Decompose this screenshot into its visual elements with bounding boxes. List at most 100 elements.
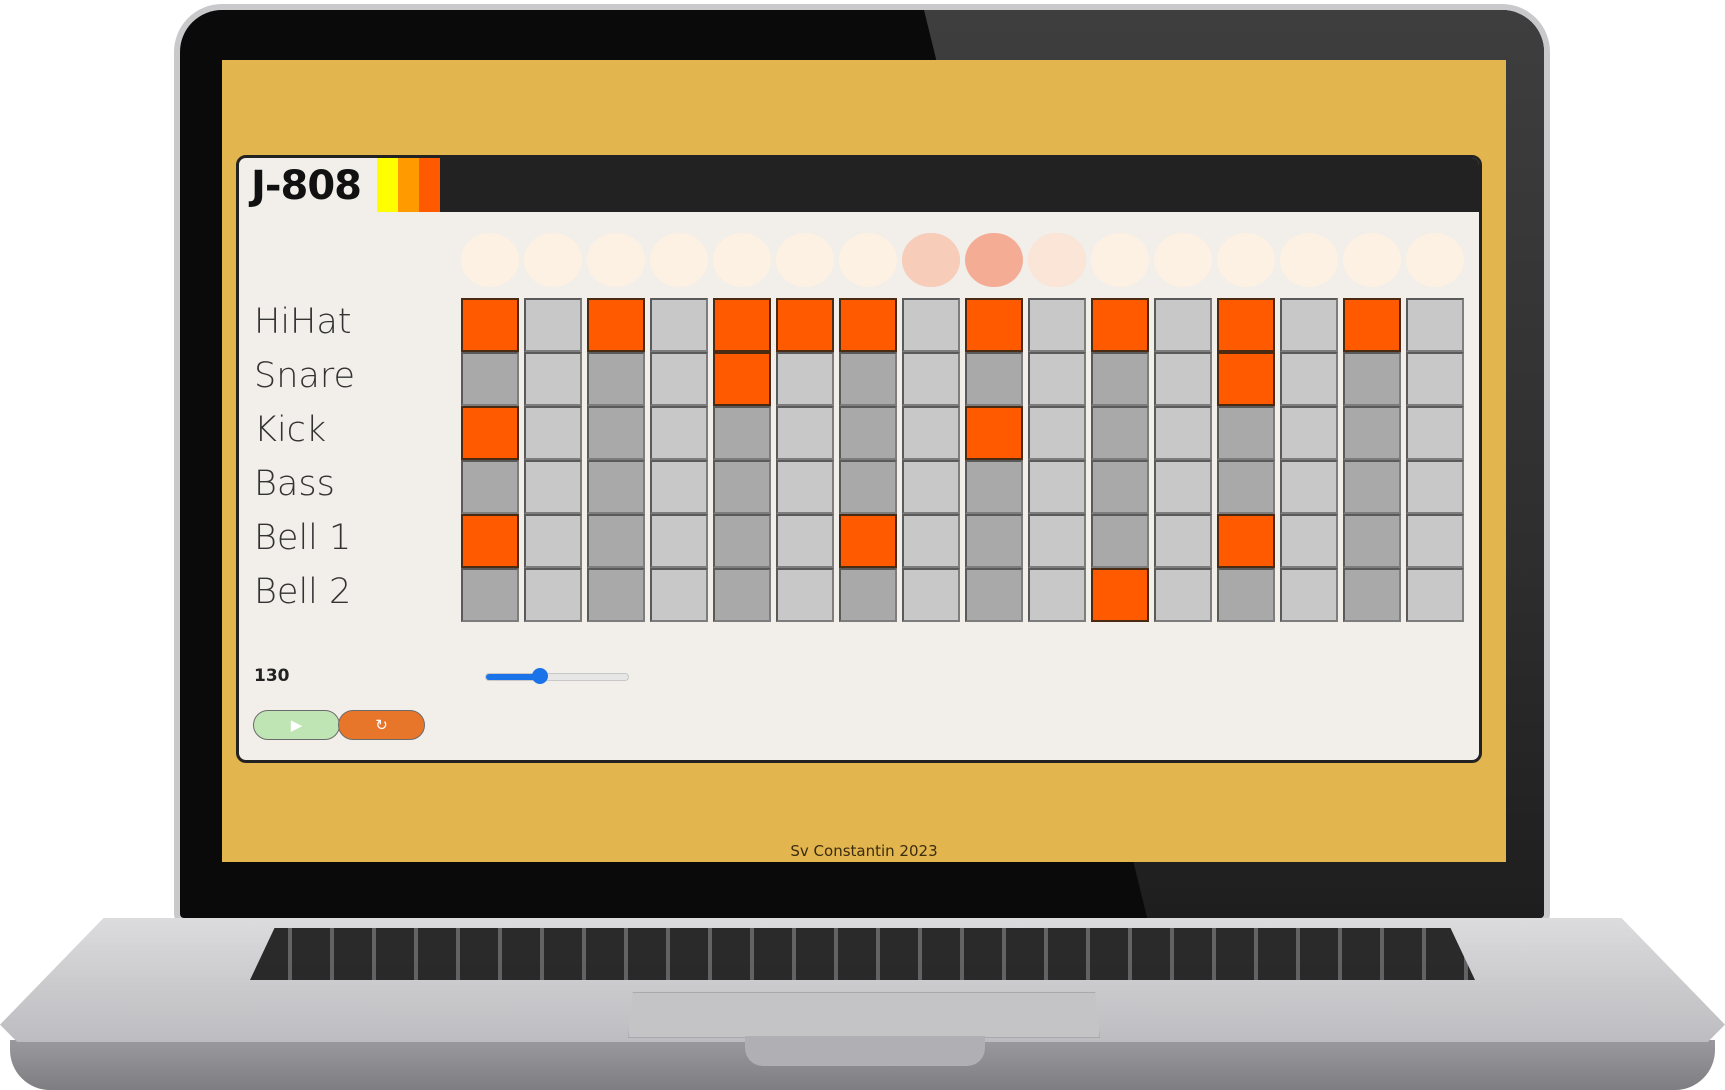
step-pad[interactable] (1217, 298, 1275, 352)
step-pad[interactable] (839, 514, 897, 568)
step-pad[interactable] (461, 352, 519, 406)
play-button[interactable]: ▶ (253, 710, 340, 740)
step-pad[interactable] (587, 568, 645, 622)
step-pad[interactable] (461, 568, 519, 622)
step-pad[interactable] (1091, 406, 1149, 460)
step-pad[interactable] (650, 568, 708, 622)
step-pad[interactable] (524, 568, 582, 622)
step-pad[interactable] (902, 514, 960, 568)
step-pad[interactable] (1280, 460, 1338, 514)
step-pad[interactable] (1343, 298, 1401, 352)
step-pad[interactable] (1280, 568, 1338, 622)
step-pad[interactable] (650, 460, 708, 514)
tempo-slider[interactable] (485, 668, 629, 684)
step-pad[interactable] (1154, 406, 1212, 460)
step-pad[interactable] (1154, 460, 1212, 514)
step-pad[interactable] (713, 406, 771, 460)
step-pad[interactable] (902, 460, 960, 514)
step-pad[interactable] (524, 298, 582, 352)
step-pad[interactable] (1406, 406, 1464, 460)
step-pad[interactable] (1406, 514, 1464, 568)
step-pad[interactable] (1154, 514, 1212, 568)
step-pad[interactable] (965, 352, 1023, 406)
step-pad[interactable] (587, 460, 645, 514)
step-pad[interactable] (713, 298, 771, 352)
step-pad[interactable] (776, 568, 834, 622)
step-pad[interactable] (713, 460, 771, 514)
step-pad[interactable] (965, 298, 1023, 352)
step-pad[interactable] (1280, 406, 1338, 460)
step-pad[interactable] (650, 352, 708, 406)
step-pad[interactable] (524, 514, 582, 568)
step-pad[interactable] (461, 460, 519, 514)
step-pad[interactable] (1028, 460, 1086, 514)
step-pad[interactable] (839, 406, 897, 460)
step-pad[interactable] (776, 514, 834, 568)
step-pad[interactable] (1091, 352, 1149, 406)
step-pad[interactable] (1217, 568, 1275, 622)
step-pad[interactable] (1217, 352, 1275, 406)
step-pad[interactable] (461, 514, 519, 568)
step-pad[interactable] (1406, 352, 1464, 406)
step-pad[interactable] (1028, 298, 1086, 352)
step-pad[interactable] (1343, 568, 1401, 622)
step-pad[interactable] (524, 460, 582, 514)
step-pad[interactable] (1280, 514, 1338, 568)
step-pad[interactable] (1343, 352, 1401, 406)
step-pad[interactable] (461, 406, 519, 460)
step-pad[interactable] (650, 514, 708, 568)
step-pad[interactable] (1028, 514, 1086, 568)
step-pad[interactable] (902, 568, 960, 622)
step-pad[interactable] (1091, 568, 1149, 622)
step-pad[interactable] (1091, 298, 1149, 352)
step-pad[interactable] (1406, 460, 1464, 514)
step-pad[interactable] (839, 352, 897, 406)
step-pad[interactable] (1343, 406, 1401, 460)
step-pad[interactable] (1154, 568, 1212, 622)
step-pad[interactable] (1028, 406, 1086, 460)
step-pad[interactable] (839, 568, 897, 622)
reset-button[interactable]: ↻ (338, 710, 425, 740)
step-pad[interactable] (776, 460, 834, 514)
step-pad[interactable] (965, 406, 1023, 460)
step-pad[interactable] (587, 406, 645, 460)
step-pad[interactable] (776, 352, 834, 406)
step-pad[interactable] (839, 460, 897, 514)
step-pad[interactable] (461, 298, 519, 352)
tempo-slider-thumb[interactable] (531, 668, 548, 684)
step-pad[interactable] (1343, 514, 1401, 568)
step-pad[interactable] (1406, 568, 1464, 622)
step-pad[interactable] (902, 406, 960, 460)
step-pad[interactable] (713, 352, 771, 406)
step-pad[interactable] (713, 568, 771, 622)
step-pad[interactable] (587, 514, 645, 568)
step-pad[interactable] (839, 298, 897, 352)
step-pad[interactable] (1217, 514, 1275, 568)
step-pad[interactable] (1091, 514, 1149, 568)
step-pad[interactable] (965, 514, 1023, 568)
step-pad[interactable] (1217, 460, 1275, 514)
step-pad[interactable] (1154, 298, 1212, 352)
step-pad[interactable] (713, 514, 771, 568)
step-pad[interactable] (1217, 406, 1275, 460)
step-pad[interactable] (1028, 568, 1086, 622)
step-pad[interactable] (1406, 298, 1464, 352)
step-pad[interactable] (776, 406, 834, 460)
step-pad[interactable] (1343, 460, 1401, 514)
step-pad[interactable] (1028, 352, 1086, 406)
step-pad[interactable] (587, 352, 645, 406)
step-pad[interactable] (965, 460, 1023, 514)
step-pad[interactable] (1154, 352, 1212, 406)
step-pad[interactable] (524, 352, 582, 406)
step-pad[interactable] (650, 406, 708, 460)
step-pad[interactable] (524, 406, 582, 460)
step-pad[interactable] (1280, 298, 1338, 352)
step-pad[interactable] (965, 568, 1023, 622)
step-pad[interactable] (650, 298, 708, 352)
step-pad[interactable] (902, 352, 960, 406)
step-pad[interactable] (587, 298, 645, 352)
step-pad[interactable] (902, 298, 960, 352)
step-pad[interactable] (776, 298, 834, 352)
step-pad[interactable] (1280, 352, 1338, 406)
step-pad[interactable] (1091, 460, 1149, 514)
